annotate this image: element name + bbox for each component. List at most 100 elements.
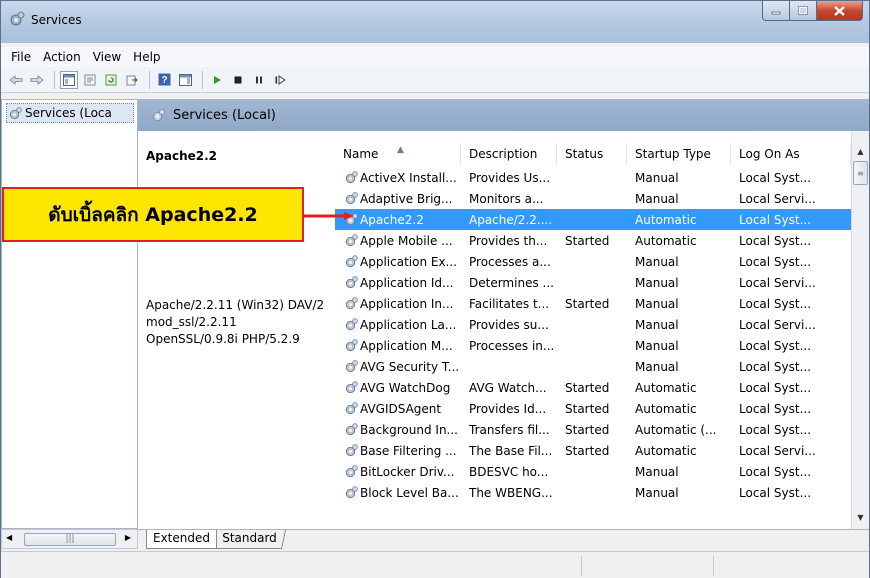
service-name: Adaptive Brig... xyxy=(360,191,453,206)
service-name-cell: ActiveX Install... xyxy=(335,171,461,185)
service-row[interactable]: BitLocker Driv... BDESVC ho... Manual Local… xyxy=(335,461,851,482)
properties-button[interactable] xyxy=(81,71,99,89)
tree-node-services-local[interactable]: Services (Loca xyxy=(6,103,134,123)
gear-icon xyxy=(345,402,358,415)
service-startup-type: Automatic xyxy=(635,401,697,416)
vertical-scrollbar[interactable]: ▲ ≡ ▼ xyxy=(851,131,869,529)
stop-service-button[interactable] xyxy=(229,71,247,89)
scroll-down-arrow-icon[interactable]: ▼ xyxy=(852,509,869,525)
service-row[interactable]: AVG WatchDog AVG Watch... Started Automatic… xyxy=(335,377,851,398)
service-log-on-as: Local Syst... xyxy=(739,254,812,269)
forward-button[interactable] xyxy=(28,71,46,89)
service-log-on-as: Local Syst... xyxy=(739,422,812,437)
service-row[interactable]: Application Id... Determines ... Manual Loc… xyxy=(335,272,851,293)
scroll-right-arrow-icon[interactable]: ▶ xyxy=(125,533,131,542)
service-startup-type: Manual xyxy=(635,338,679,353)
show-console-tree-button[interactable] xyxy=(60,70,78,89)
gear-icon xyxy=(152,108,165,121)
menu-bar: File Action View Help xyxy=(1,47,869,67)
service-row[interactable]: Apple Mobile ... Provides th... Started Aut… xyxy=(335,230,851,251)
svg-text:?: ? xyxy=(161,75,167,86)
gear-icon xyxy=(345,381,358,394)
scroll-up-arrow-icon[interactable]: ▲ xyxy=(852,143,869,159)
show-hide-action-pane-button[interactable] xyxy=(176,71,194,89)
export-list-button[interactable] xyxy=(123,71,141,89)
gear-icon xyxy=(345,171,358,184)
back-button[interactable] xyxy=(7,71,25,89)
service-row[interactable]: Adaptive Brig... Monitors a... Manual Local… xyxy=(335,188,851,209)
service-name-cell: Base Filtering ... xyxy=(335,444,461,458)
gear-icon xyxy=(345,444,358,457)
maximize-button[interactable] xyxy=(790,1,817,21)
details-pane: Services (Local) Apache2.2 Apache/2.2.11… xyxy=(138,99,869,529)
column-header-description[interactable]: Description xyxy=(461,143,557,165)
tab-label: Standard xyxy=(222,531,277,545)
service-row[interactable]: Application La... Provides su... Manual Loc… xyxy=(335,314,851,335)
column-header-log-on-as[interactable]: Log On As xyxy=(731,143,851,165)
service-startup-type: Automatic xyxy=(635,443,697,458)
service-name: Apple Mobile ... xyxy=(360,233,453,248)
refresh-button[interactable] xyxy=(102,71,120,89)
menu-help[interactable]: Help xyxy=(127,50,166,64)
service-description: Provides th... xyxy=(469,233,548,248)
column-header-startup-type[interactable]: Startup Type xyxy=(627,143,731,165)
service-description: Provides su... xyxy=(469,317,549,332)
service-row[interactable]: ActiveX Install... Provides Us... Manual Lo… xyxy=(335,167,851,188)
menu-view[interactable]: View xyxy=(87,50,127,64)
service-row[interactable]: Background In... Transfers fil... Started A… xyxy=(335,419,851,440)
service-name-cell: Background In... xyxy=(335,423,461,437)
scroll-thumb[interactable]: ||| xyxy=(24,533,116,546)
service-status: Started xyxy=(565,380,610,395)
stop-icon xyxy=(234,76,242,83)
service-description: Facilitates t... xyxy=(469,296,550,311)
service-startup-type: Manual xyxy=(635,296,679,311)
service-status: Started xyxy=(565,401,610,416)
status-divider xyxy=(581,556,582,576)
help-button[interactable]: ? xyxy=(155,71,173,89)
service-log-on-as: Local Syst... xyxy=(739,485,812,500)
menu-action[interactable]: Action xyxy=(37,50,87,64)
services-window: Services File Action View Help ? Service… xyxy=(0,0,870,578)
scroll-left-arrow-icon[interactable]: ◀ xyxy=(6,533,12,542)
column-header-label: Name xyxy=(343,147,379,161)
start-service-button[interactable] xyxy=(208,71,226,89)
pane-header: Services (Local) xyxy=(138,99,869,131)
service-description: The WBENG... xyxy=(469,485,553,500)
restart-service-button[interactable] xyxy=(271,71,289,89)
gear-icon xyxy=(345,465,358,478)
service-row[interactable]: Base Filtering ... The Base Fil... Started… xyxy=(335,440,851,461)
pause-service-button[interactable] xyxy=(250,71,268,89)
service-startup-type: Manual xyxy=(635,359,679,374)
service-startup-type: Manual xyxy=(635,254,679,269)
title-bar[interactable]: Services xyxy=(1,1,869,43)
service-name: Application Id... xyxy=(360,275,454,290)
minimize-icon xyxy=(771,11,781,14)
tab-standard[interactable]: Standard xyxy=(213,530,286,549)
selected-service-name: Apache2.2 xyxy=(146,149,218,163)
service-row[interactable]: Application M... Processes in... Manual Loc… xyxy=(335,335,851,356)
tree-node-label: Services (Loca xyxy=(25,106,112,120)
scroll-thumb[interactable]: ≡ xyxy=(853,161,868,185)
service-row[interactable]: Block Level Ba... The WBENG... Manual Local… xyxy=(335,482,851,503)
service-row[interactable]: Application In... Facilitates t... Started… xyxy=(335,293,851,314)
tab-extended[interactable]: Extended xyxy=(146,530,217,549)
service-row[interactable]: Application Ex... Processes a... Manual Loc… xyxy=(335,251,851,272)
gear-icon xyxy=(345,276,358,289)
column-header-name[interactable]: Name ▲ xyxy=(335,143,461,165)
close-button[interactable] xyxy=(817,1,863,21)
service-row[interactable]: Apache2.2 Apache/2.2.... Automatic Local Sy… xyxy=(335,209,851,230)
gear-icon xyxy=(345,297,358,310)
service-name: BitLocker Driv... xyxy=(360,464,455,479)
minimize-button[interactable] xyxy=(762,1,790,21)
service-log-on-as: Local Servi... xyxy=(739,191,816,206)
service-status: Started xyxy=(565,443,610,458)
column-header-status[interactable]: Status xyxy=(557,143,627,165)
menu-file[interactable]: File xyxy=(1,50,37,64)
service-name: AVG Security T... xyxy=(360,359,460,374)
tree-horizontal-scrollbar[interactable]: ◀ ||| ▶ xyxy=(1,529,138,549)
service-row[interactable]: AVGIDSAgent Provides Id... Started Automati… xyxy=(335,398,851,419)
service-description: The Base Fil... xyxy=(469,443,553,458)
service-row[interactable]: AVG Security T... Manual Local Syst... xyxy=(335,356,851,377)
service-name: AVGIDSAgent xyxy=(360,401,442,416)
service-name-cell: Application Id... xyxy=(335,276,461,290)
